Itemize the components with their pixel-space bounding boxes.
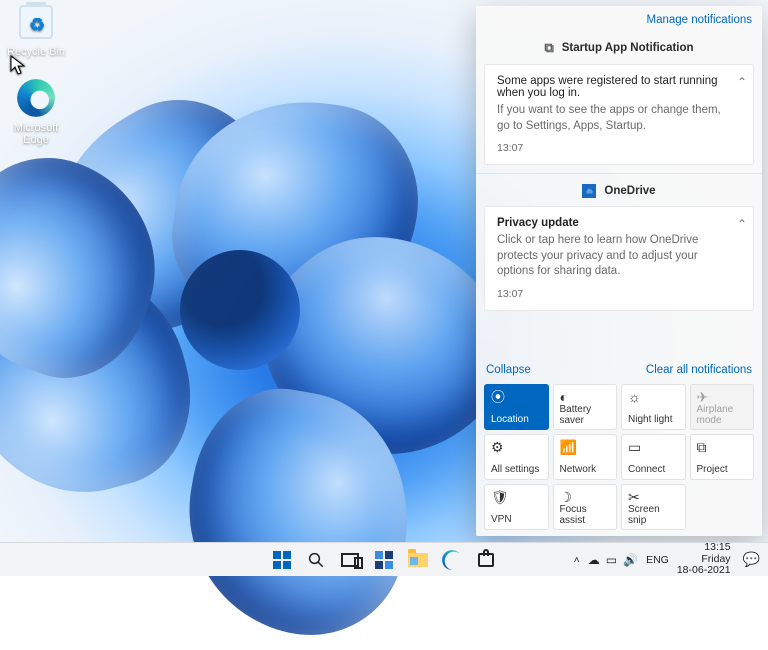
quick-action-screen-snip[interactable]: ✂ Screen snip [621,484,686,530]
start-icon [273,551,291,569]
taskbar-clock[interactable]: 13:15 Friday 18-06-2021 [677,542,731,577]
action-center-button[interactable]: 💬 [739,549,764,570]
battery-saver-icon: ◐ [560,390,611,404]
quick-action-location[interactable]: ⦿ Location [484,384,549,430]
tray-overflow-button[interactable]: ˄ [574,554,580,566]
notification-group-title: OneDrive [604,185,655,197]
vpn-icon: 🛡 [491,490,542,504]
action-center: Manage notifications ⧉ Startup App Notif… [476,6,762,536]
search-button[interactable] [301,545,331,575]
night-light-icon: ☼ [628,390,679,404]
quick-action-airplane-mode[interactable]: ✈ Airplane mode [690,384,755,430]
startup-apps-icon: ⧉ [544,40,553,56]
desktop[interactable]: ♻ Recycle Bin Microsoft Edge Manage noti… [0,0,768,576]
location-icon: ⦿ [491,390,542,404]
onedrive-tray-icon[interactable]: ☁ [588,553,600,567]
edge-taskbar-button[interactable] [437,545,467,575]
widgets-icon [375,551,393,569]
airplane-icon: ✈ [697,390,748,404]
onedrive-icon [582,184,596,198]
quick-action-network[interactable]: 📶 Network [553,434,618,480]
quick-action-vpn[interactable]: 🛡 VPN [484,484,549,530]
clear-all-notifications-link[interactable]: Clear all notifications [646,364,752,376]
volume-tray-icon[interactable]: 🔊 [623,553,638,567]
store-icon [478,553,494,567]
widgets-button[interactable] [369,545,399,575]
system-tray: ☁ ▭ 🔊 [588,553,638,567]
quick-action-night-light[interactable]: ☼ Night light [621,384,686,430]
notification-title: Some apps were registered to start runni… [497,75,729,99]
taskbar-center [267,545,501,575]
collapse-quick-actions-link[interactable]: Collapse [486,364,531,376]
task-view-button[interactable] [335,545,365,575]
edge-icon [442,550,462,570]
desktop-icon-recycle-bin[interactable]: ♻ Recycle Bin [4,2,68,58]
quick-action-battery-saver[interactable]: ◐ Battery saver [553,384,618,430]
language-indicator[interactable]: ENG [646,554,669,566]
focus-assist-icon: ☽ [560,490,611,504]
notification-body: Click or tap here to learn how OneDrive … [497,233,729,280]
action-center-footer: Collapse Clear all notifications [476,356,762,384]
notification-body: If you want to see the apps or change th… [497,103,729,134]
collapse-notification-icon[interactable]: ⌃ [737,217,747,231]
quick-action-connect[interactable]: ▭ Connect [621,434,686,480]
mouse-cursor [10,55,26,75]
notification-title: Privacy update [497,217,729,229]
manage-notifications-link[interactable]: Manage notifications [476,6,762,30]
desktop-icon-edge[interactable]: Microsoft Edge [4,78,68,146]
notification-time: 13:07 [497,142,729,154]
collapse-notification-icon[interactable]: ⌃ [737,75,747,89]
notification-card[interactable]: ⌃ Privacy update Click or tap here to le… [484,206,754,311]
desktop-icon-label: Recycle Bin [7,46,65,58]
notification-group-startup: ⧉ Startup App Notification ⌃ Some apps w… [476,30,762,174]
notification-group-title: Startup App Notification [562,42,694,54]
network-icon: 📶 [560,440,611,454]
file-explorer-icon [408,553,428,567]
task-view-icon [341,553,359,567]
notification-card[interactable]: ⌃ Some apps were registered to start run… [484,64,754,165]
desktop-icon-label: Microsoft Edge [14,122,59,146]
quick-actions-grid: ⦿ Location ◐ Battery saver ☼ Night light… [476,384,762,536]
edge-icon [17,79,55,117]
clock-date: 18-06-2021 [677,565,731,577]
wallpaper-bloom [30,80,490,510]
store-button[interactable] [471,545,501,575]
gear-icon: ⚙ [491,440,542,454]
quick-action-project[interactable]: ⧉ Project [690,434,755,480]
quick-action-focus-assist[interactable]: ☽ Focus assist [553,484,618,530]
project-icon: ⧉ [697,440,748,454]
taskbar: ˄ ☁ ▭ 🔊 ENG 13:15 Friday 18-06-2021 💬 [0,542,768,576]
quick-action-all-settings[interactable]: ⚙ All settings [484,434,549,480]
recycle-icon: ♻ [29,15,45,36]
connect-icon: ▭ [628,440,679,454]
file-explorer-button[interactable] [403,545,433,575]
screen-snip-icon: ✂ [628,490,679,504]
network-tray-icon[interactable]: ▭ [606,553,617,567]
taskbar-right: ˄ ☁ ▭ 🔊 ENG 13:15 Friday 18-06-2021 💬 [574,542,764,577]
notification-group-onedrive: OneDrive ⌃ Privacy update Click or tap h… [476,174,762,319]
clock-time: 13:15 [677,542,731,554]
start-button[interactable] [267,545,297,575]
notification-time: 13:07 [497,288,729,300]
search-icon [307,551,325,569]
